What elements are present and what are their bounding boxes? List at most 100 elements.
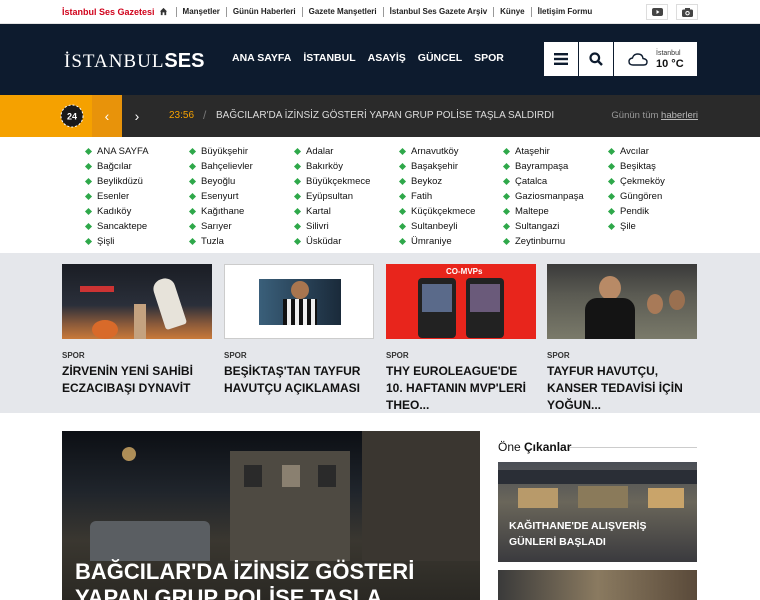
breaking-headline[interactable]: BAĞCILAR'DA İZİNSİZ GÖSTERİ YAPAN GRUP P… (216, 110, 554, 121)
weather-temperature: 10 °C (656, 58, 684, 70)
district-link[interactable]: Avcılar (607, 144, 665, 159)
district-link[interactable]: Arnavutköy (398, 144, 475, 159)
district-link[interactable]: Maltepe (502, 204, 584, 219)
featured-card[interactable]: KAĞITHANE'DE ALIŞVERİŞ GÜNLERİ BAŞLADI (498, 462, 697, 562)
top-utility-bar: İstanbul Ses Gazetesi Manşetler Günün Ha… (0, 0, 760, 24)
district-label: Çekmeköy (620, 176, 665, 187)
district-link[interactable]: Büyükşehir (188, 144, 253, 159)
topbar-link-kunye[interactable]: Künye (493, 6, 530, 17)
bullet-icon (398, 147, 407, 156)
nav-item-guncel[interactable]: GÜNCEL (418, 52, 462, 64)
nav-item-asayis[interactable]: ASAYİŞ (368, 52, 406, 64)
district-link[interactable]: Üsküdar (293, 234, 370, 249)
district-link[interactable]: Küçükçekmece (398, 204, 475, 219)
district-link[interactable]: Kağıthane (188, 204, 253, 219)
district-link[interactable]: Bayrampaşa (502, 159, 584, 174)
nav-item-ana-sayfa[interactable]: ANA SAYFA (232, 52, 291, 64)
district-link[interactable]: Tuzla (188, 234, 253, 249)
district-link[interactable]: Bağcılar (84, 159, 149, 174)
news-card[interactable]: SPOR ZİRVENİN YENİ SAHİBİ ECZACIBAŞI DYN… (62, 264, 212, 397)
district-link[interactable]: Şile (607, 219, 665, 234)
district-label: Bayrampaşa (515, 161, 569, 172)
district-link[interactable]: Sultanbeyli (398, 219, 475, 234)
district-link[interactable]: Güngören (607, 189, 665, 204)
youtube-icon[interactable] (646, 4, 668, 20)
district-link[interactable]: Ümraniye (398, 234, 475, 249)
bullet-icon (502, 192, 511, 201)
district-link[interactable]: Sancaktepe (84, 219, 149, 234)
news-card-image: CO-MVPs (386, 264, 536, 339)
district-label: Bahçelievler (201, 161, 253, 172)
district-link[interactable]: Bakırköy (293, 159, 370, 174)
district-link[interactable]: Kadıköy (84, 204, 149, 219)
topbar-link-mansetler[interactable]: Manşetler (175, 6, 226, 17)
hero-article[interactable]: BAĞCILAR'DA İZİNSİZ GÖSTERİ YAPAN GRUP P… (62, 431, 480, 600)
district-link[interactable]: Sultangazi (502, 219, 584, 234)
next-news-button[interactable]: › (122, 95, 152, 137)
site-logo[interactable]: İSTANBULSES (64, 50, 204, 73)
news-card-image (62, 264, 212, 339)
topbar-link-gazete-mansetleri[interactable]: Gazete Manşetleri (301, 6, 383, 17)
news-card[interactable]: SPOR BEŞİKTAŞ'TAN TAYFUR HAVUTÇU AÇIKLAM… (224, 264, 374, 397)
district-label: Büyükşehir (201, 146, 248, 157)
district-label: Sarıyer (201, 221, 232, 232)
topbar-link-arsiv[interactable]: İstanbul Ses Gazete Arşiv (382, 6, 494, 17)
prev-news-button[interactable]: ‹ (92, 95, 122, 137)
camera-icon[interactable] (676, 4, 698, 20)
district-link[interactable]: ANA SAYFA (84, 144, 149, 159)
news-card[interactable]: SPOR TAYFUR HAVUTÇU, KANSER TEDAVİSİ İÇİ… (547, 264, 697, 414)
district-link[interactable]: Bahçelievler (188, 159, 253, 174)
district-link[interactable]: Pendik (607, 204, 665, 219)
district-link[interactable]: Kartal (293, 204, 370, 219)
district-link[interactable]: Silivri (293, 219, 370, 234)
bullet-icon (188, 162, 197, 171)
district-link[interactable]: Ataşehir (502, 144, 584, 159)
district-label: Beykoz (411, 176, 443, 187)
bullet-icon (84, 147, 93, 156)
featured-divider (570, 447, 697, 448)
district-link[interactable]: Gaziosmanpaşa (502, 189, 584, 204)
district-link[interactable]: Büyükçekmece (293, 174, 370, 189)
search-icon (589, 52, 603, 66)
brand-link[interactable]: İstanbul Ses Gazetesi (62, 7, 168, 17)
breaking-news-bar: 24 ‹ › 23:56 / BAĞCILAR'DA İZİNSİZ GÖSTE… (0, 95, 760, 137)
all-news-link[interactable]: Günün tüm haberleri (611, 110, 698, 121)
district-label: Başakşehir (411, 161, 458, 172)
district-link[interactable]: Çatalca (502, 174, 584, 189)
news-card[interactable]: CO-MVPs SPOR THY EUROLEAGUE'DE 10. HAFTA… (386, 264, 536, 414)
district-link[interactable]: Zeytinburnu (502, 234, 584, 249)
district-link[interactable]: Beyoğlu (188, 174, 253, 189)
bullet-icon (398, 237, 407, 246)
news-card-title: TAYFUR HAVUTÇU, KANSER TEDAVİSİ İÇİN YOĞ… (547, 364, 683, 412)
district-menu: ANA SAYFA Bağcılar Beylikdüzü Esenler Ka… (0, 137, 760, 253)
search-button[interactable] (579, 42, 613, 76)
featured-card-2[interactable] (498, 570, 697, 600)
featured-heading-b: Çıkanlar (524, 440, 572, 454)
district-label: Avcılar (620, 146, 649, 157)
hamburger-icon (554, 53, 568, 65)
district-link[interactable]: Çekmeköy (607, 174, 665, 189)
district-link[interactable]: Beylikdüzü (84, 174, 149, 189)
district-label: Fatih (411, 191, 433, 202)
district-link[interactable]: Şişli (84, 234, 149, 249)
district-label: Şile (620, 221, 636, 232)
menu-button[interactable] (544, 42, 578, 76)
weather-widget[interactable]: İstanbul 10 °C (614, 42, 697, 76)
district-link[interactable]: Başakşehir (398, 159, 475, 174)
district-link[interactable]: Beşiktaş (607, 159, 665, 174)
nav-item-istanbul[interactable]: İSTANBUL (303, 52, 355, 64)
bullet-icon (398, 222, 407, 231)
district-link[interactable]: Sarıyer (188, 219, 253, 234)
featured-card-title: KAĞITHANE'DE ALIŞVERİŞ GÜNLERİ BAŞLADI (509, 520, 647, 548)
district-link[interactable]: Esenler (84, 189, 149, 204)
district-link[interactable]: Eyüpsultan (293, 189, 370, 204)
nav-item-spor[interactable]: SPOR (474, 52, 504, 64)
bullet-icon (607, 147, 616, 156)
district-link[interactable]: Adalar (293, 144, 370, 159)
topbar-link-gunun-haberleri[interactable]: Günün Haberleri (225, 6, 302, 17)
district-link[interactable]: Esenyurt (188, 189, 253, 204)
district-label: Arnavutköy (411, 146, 459, 157)
topbar-link-iletisim[interactable]: İletişim Formu (530, 6, 599, 17)
district-link[interactable]: Beykoz (398, 174, 475, 189)
district-link[interactable]: Fatih (398, 189, 475, 204)
